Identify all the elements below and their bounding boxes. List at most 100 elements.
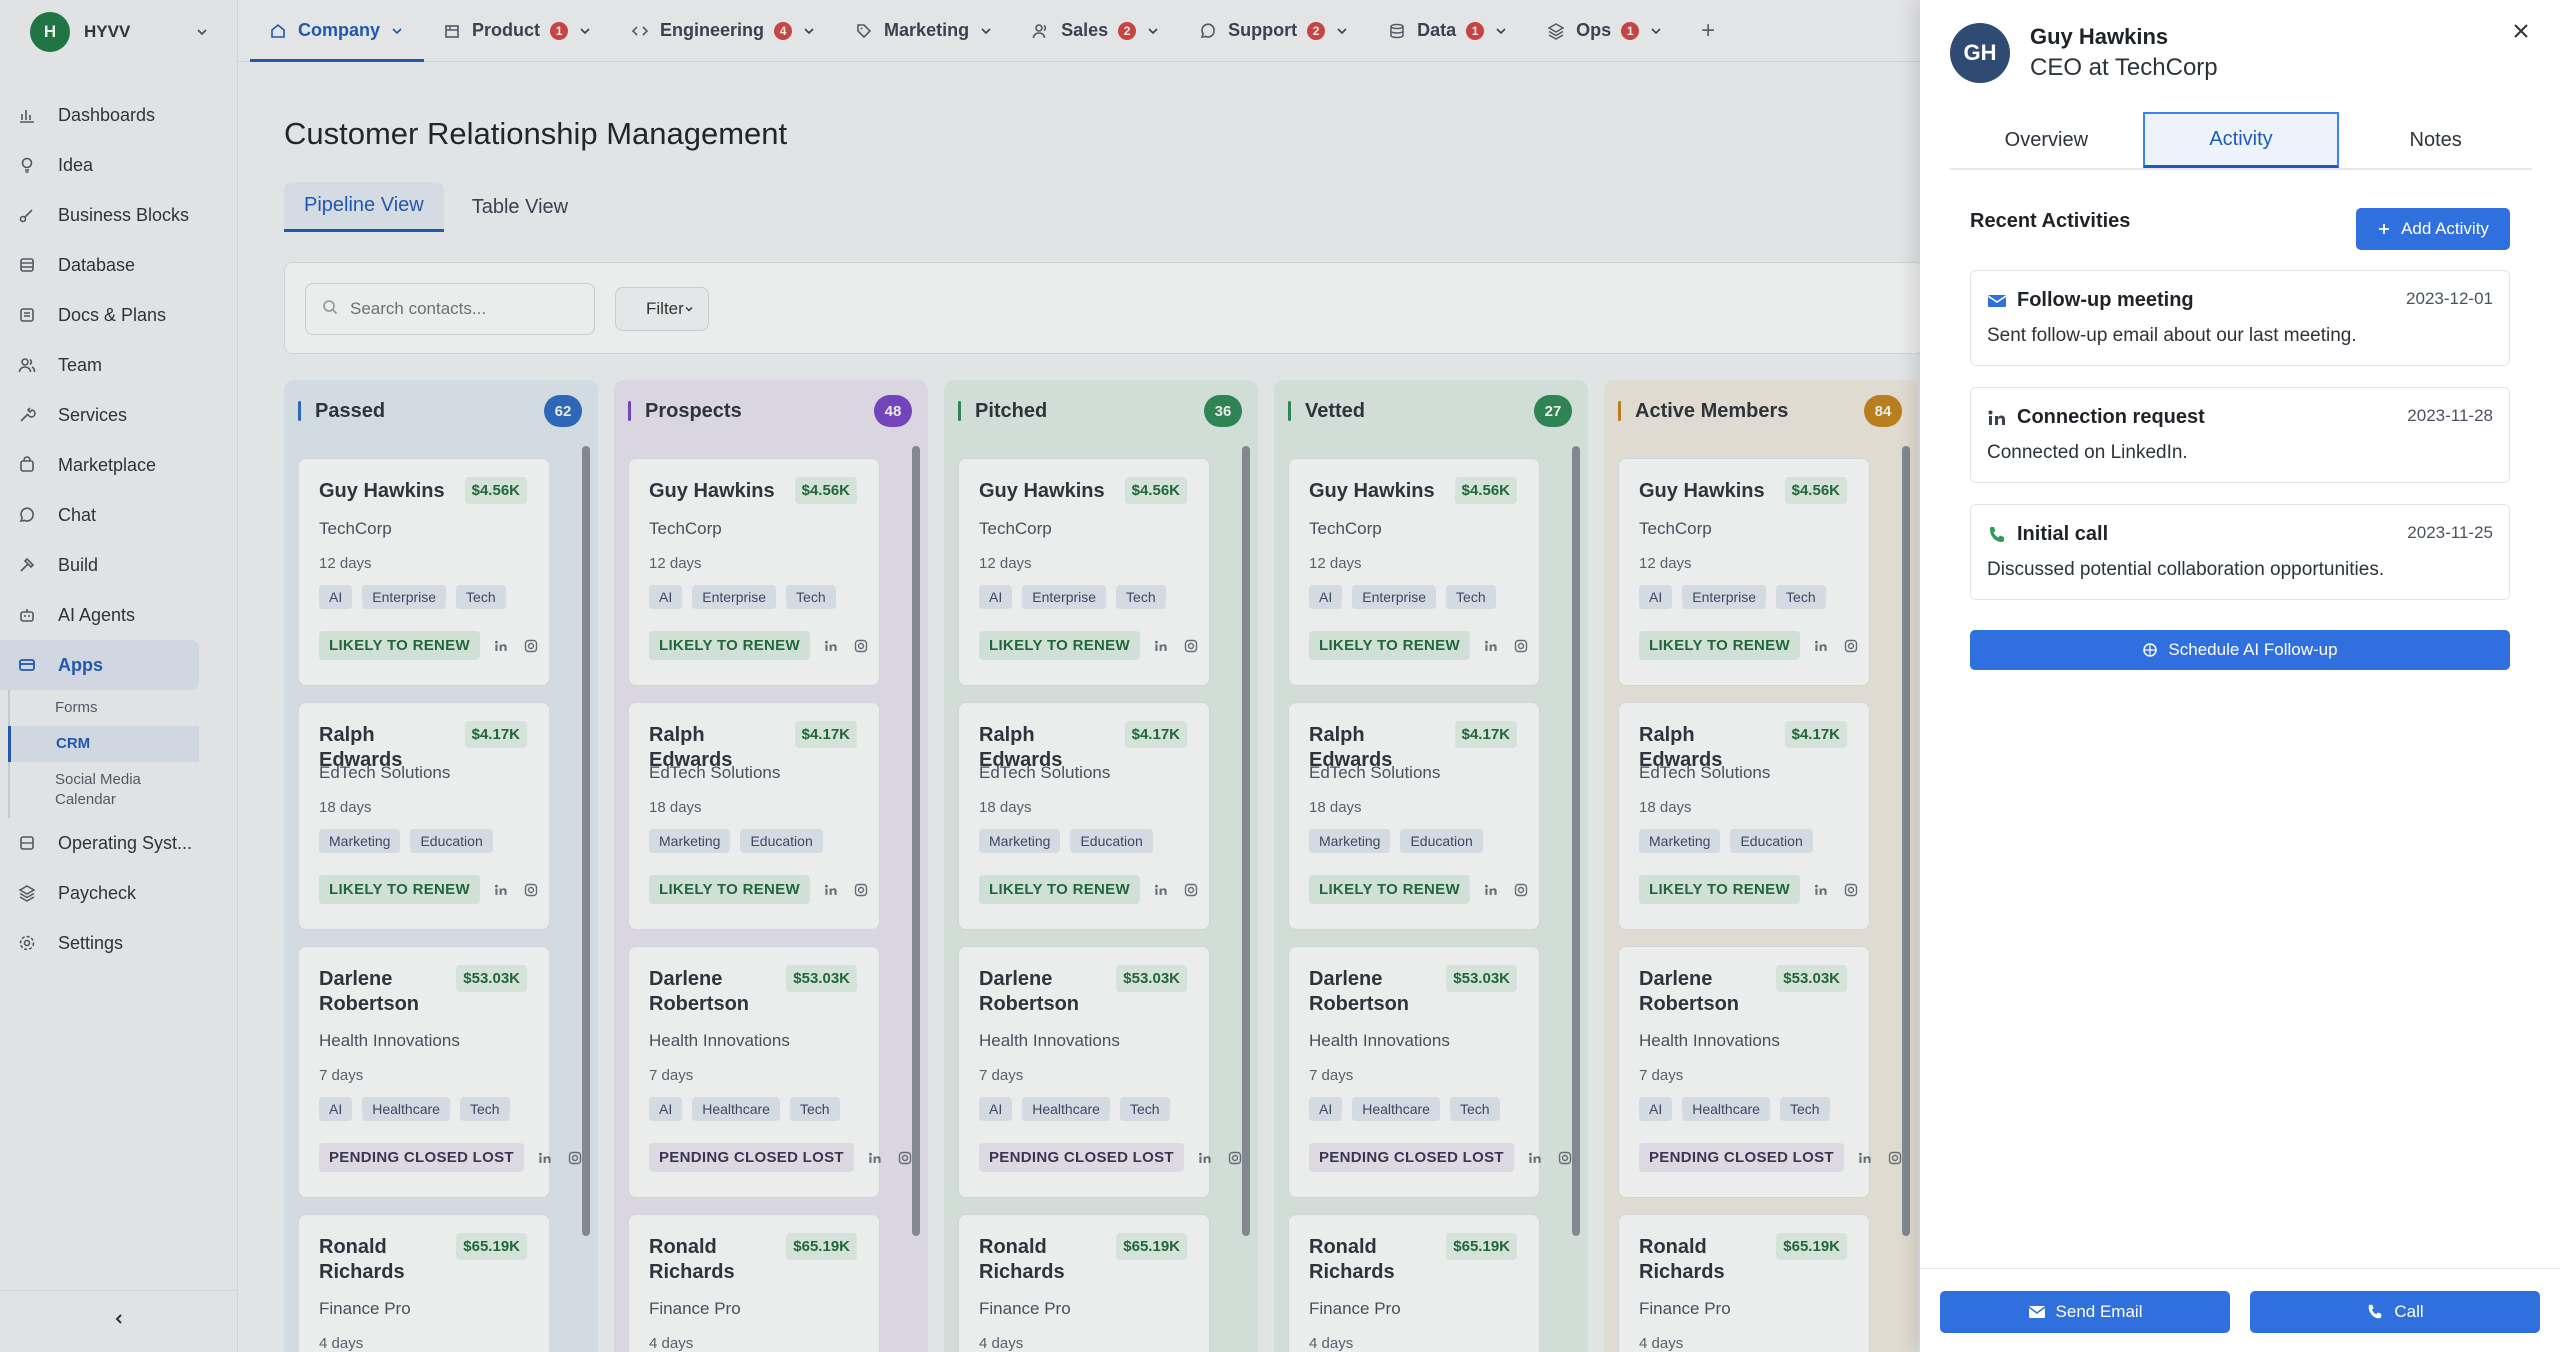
contact-card[interactable]: Guy Hawkins $4.56K TechCorp 12 days AI Enterp… (1288, 458, 1540, 686)
tab-data[interactable]: Data 1 (1369, 0, 1528, 61)
instagram-icon[interactable] (896, 1149, 914, 1167)
sidebar-item-ai-agents[interactable]: AI Agents (0, 590, 199, 640)
tab-notes[interactable]: Notes (2339, 112, 2532, 168)
sidebar-item-settings[interactable]: Settings (0, 918, 199, 968)
instagram-icon[interactable] (522, 637, 540, 655)
contact-card[interactable]: Ralph Edwards $4.17K EdTech Solutions 18 da… (958, 702, 1210, 930)
contact-card[interactable]: Ronald Richards $65.19K Finance Pro 4 days (958, 1214, 1210, 1352)
sidebar-item-database[interactable]: Database (0, 240, 199, 290)
column-scrollbar[interactable] (912, 446, 920, 1236)
collapse-sidebar-button[interactable] (0, 1290, 238, 1352)
call-button[interactable]: Call (2250, 1291, 2540, 1333)
sidebar-item-docs-plans[interactable]: Docs & Plans (0, 290, 199, 340)
linkedin-icon[interactable] (1812, 637, 1830, 655)
linkedin-icon[interactable] (822, 881, 840, 899)
linkedin-icon[interactable] (1196, 1149, 1214, 1167)
linkedin-icon[interactable] (1482, 881, 1500, 899)
contact-card[interactable]: Ralph Edwards $4.17K EdTech Solutions 18 da… (1618, 702, 1870, 930)
tab-marketing[interactable]: Marketing (836, 0, 1013, 61)
contact-card[interactable]: Ralph Edwards $4.17K EdTech Solutions 18 da… (298, 702, 550, 930)
contact-card[interactable]: Darlene Robertson $53.03K Health Innovatio… (628, 946, 912, 1198)
sidebar-item-team[interactable]: Team (0, 340, 199, 390)
contact-card[interactable]: Darlene Robertson $53.03K Health Innovatio… (1288, 946, 1572, 1198)
filter-button[interactable]: Filter (615, 287, 709, 331)
contact-card[interactable]: Guy Hawkins $4.56K TechCorp 12 days AI Enterp… (298, 458, 550, 686)
tab-activity[interactable]: Activity (2142, 112, 2340, 168)
sidebar-subitem-social-media-calendar[interactable]: Social Media Calendar (10, 762, 199, 818)
column-scrollbar[interactable] (1242, 446, 1250, 1236)
tab-sales[interactable]: Sales 2 (1013, 0, 1180, 61)
instagram-icon[interactable] (1512, 637, 1530, 655)
sidebar-item-apps[interactable]: Apps (0, 640, 199, 690)
tag: Tech (1116, 585, 1166, 609)
instagram-icon[interactable] (1512, 881, 1530, 899)
search-input[interactable] (350, 299, 590, 319)
contact-card[interactable]: Ralph Edwards $4.17K EdTech Solutions 18 da… (628, 702, 880, 930)
instagram-icon[interactable] (1842, 881, 1860, 899)
linkedin-icon[interactable] (536, 1149, 554, 1167)
instagram-icon[interactable] (852, 881, 870, 899)
linkedin-icon[interactable] (1526, 1149, 1544, 1167)
tab-pipeline-view[interactable]: Pipeline View (284, 182, 444, 232)
sidebar-item-marketplace[interactable]: Marketplace (0, 440, 199, 490)
sidebar-item-idea[interactable]: Idea (0, 140, 199, 190)
workspace-switcher[interactable]: H HYVV (0, 0, 237, 64)
send-email-button[interactable]: Send Email (1940, 1291, 2230, 1333)
sidebar-item-dashboards[interactable]: Dashboards (0, 90, 199, 140)
instagram-icon[interactable] (1556, 1149, 1574, 1167)
sidebar-item-chat[interactable]: Chat (0, 490, 199, 540)
sidebar-item-paycheck[interactable]: Paycheck (0, 868, 199, 918)
close-button[interactable] (2506, 18, 2536, 48)
tab-overview[interactable]: Overview (1950, 112, 2143, 168)
linkedin-icon[interactable] (1152, 881, 1170, 899)
activity-item[interactable]: Initial call 2023-11-25 Discussed potent… (1970, 504, 2510, 600)
add-activity-button[interactable]: Add Activity (2356, 208, 2510, 250)
instagram-icon[interactable] (1842, 637, 1860, 655)
contact-card[interactable]: Ronald Richards $65.19K Finance Pro 4 days (1288, 1214, 1540, 1352)
contact-card[interactable]: Ralph Edwards $4.17K EdTech Solutions 18 da… (1288, 702, 1540, 930)
linkedin-icon[interactable] (1482, 637, 1500, 655)
sidebar-item-business-blocks[interactable]: Business Blocks (0, 190, 199, 240)
linkedin-icon[interactable] (866, 1149, 884, 1167)
instagram-icon[interactable] (522, 881, 540, 899)
activity-item[interactable]: Connection request 2023-11-28 Connected … (1970, 387, 2510, 483)
linkedin-icon[interactable] (1812, 881, 1830, 899)
contact-card[interactable]: Darlene Robertson $53.03K Health Innovatio… (298, 946, 582, 1198)
contact-card[interactable]: Darlene Robertson $53.03K Health Innovatio… (1618, 946, 1902, 1198)
schedule-ai-followup-button[interactable]: Schedule AI Follow-up (1970, 630, 2510, 670)
instagram-icon[interactable] (1226, 1149, 1244, 1167)
tab-engineering[interactable]: Engineering 4 (612, 0, 836, 61)
column-scrollbar[interactable] (1572, 446, 1580, 1236)
sidebar-item-services[interactable]: Services (0, 390, 199, 440)
linkedin-icon[interactable] (1856, 1149, 1874, 1167)
instagram-icon[interactable] (852, 637, 870, 655)
instagram-icon[interactable] (566, 1149, 584, 1167)
activity-item[interactable]: Follow-up meeting 2023-12-01 Sent follow… (1970, 270, 2510, 366)
tab-product[interactable]: Product 1 (424, 0, 612, 61)
sidebar-subitem-forms[interactable]: Forms (10, 690, 199, 726)
sidebar-item-build[interactable]: Build (0, 540, 199, 590)
column-scrollbar[interactable] (1902, 446, 1910, 1236)
contact-card[interactable]: Ronald Richards $65.19K Finance Pro 4 days (298, 1214, 550, 1352)
linkedin-icon[interactable] (1152, 637, 1170, 655)
linkedin-icon[interactable] (492, 637, 510, 655)
tab-ops[interactable]: Ops 1 (1528, 0, 1683, 61)
contact-card[interactable]: Guy Hawkins $4.56K TechCorp 12 days AI Enterp… (1618, 458, 1870, 686)
tab-support[interactable]: Support 2 (1180, 0, 1369, 61)
linkedin-icon[interactable] (822, 637, 840, 655)
instagram-icon[interactable] (1182, 881, 1200, 899)
linkedin-icon[interactable] (492, 881, 510, 899)
column-scrollbar[interactable] (582, 446, 590, 1236)
contact-card[interactable]: Ronald Richards $65.19K Finance Pro 4 days (1618, 1214, 1870, 1352)
tab-company[interactable]: Company (250, 0, 425, 62)
sidebar-item-operating-system[interactable]: Operating Syst... (0, 818, 199, 868)
contact-card[interactable]: Guy Hawkins $4.56K TechCorp 12 days AI Enterp… (958, 458, 1210, 686)
contact-card[interactable]: Darlene Robertson $53.03K Health Innovatio… (958, 946, 1242, 1198)
instagram-icon[interactable] (1182, 637, 1200, 655)
add-tab-button[interactable]: + (1683, 0, 1733, 61)
contact-card[interactable]: Guy Hawkins $4.56K TechCorp 12 days AI Enterp… (628, 458, 880, 686)
sidebar-subitem-crm[interactable]: CRM (8, 726, 199, 762)
tab-table-view[interactable]: Table View (452, 182, 588, 232)
contact-card[interactable]: Ronald Richards $65.19K Finance Pro 4 days (628, 1214, 880, 1352)
instagram-icon[interactable] (1886, 1149, 1904, 1167)
